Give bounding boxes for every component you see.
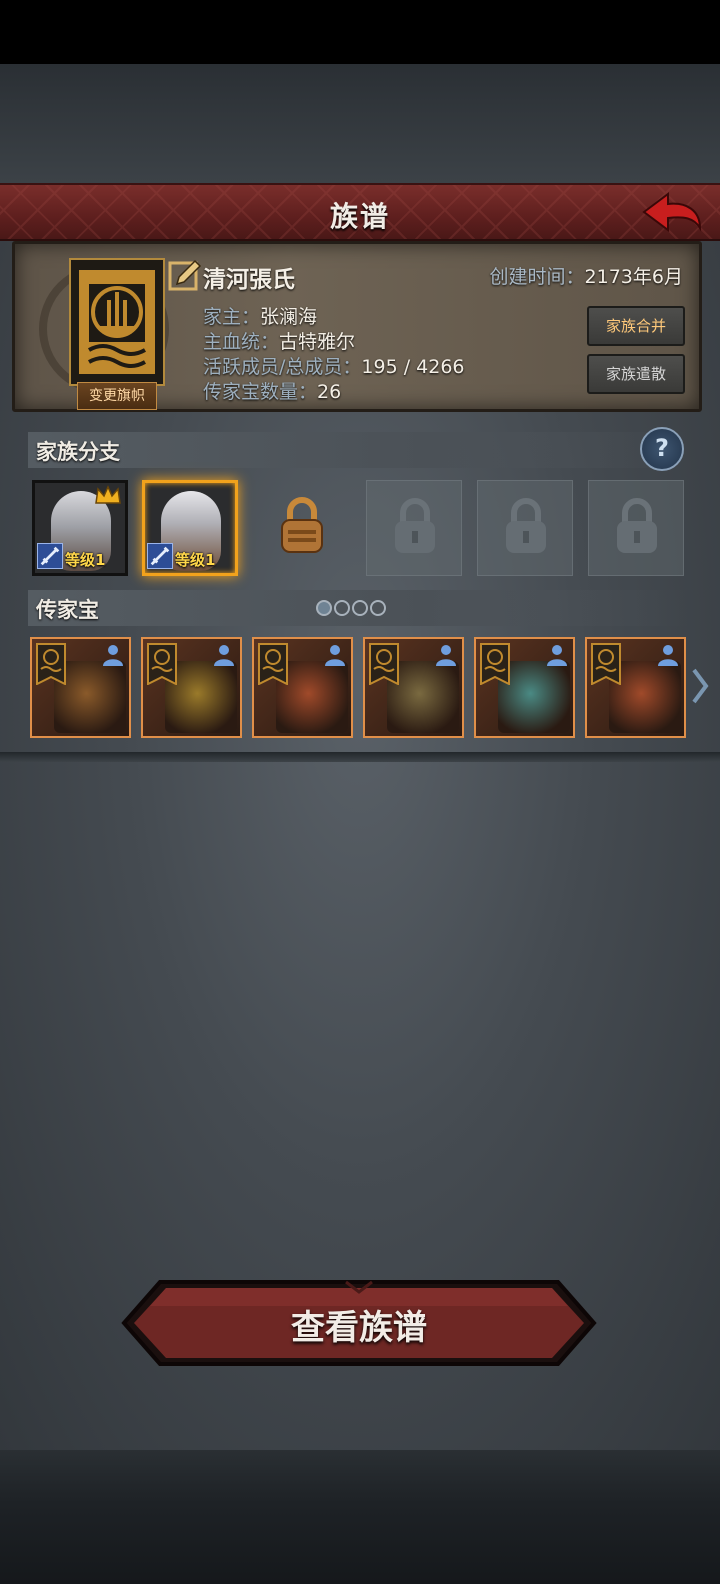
navigation-bar [0,1450,720,1584]
hero-level: 等级1 [175,551,216,569]
branches-section-bar: 家族分支 [28,432,688,468]
created-label: 创建时间： [489,266,585,288]
heirloom-count-label: 传家宝数量： [203,381,318,403]
clan-head-value: 张澜海 [260,306,318,328]
person-icon [325,645,345,666]
person-icon [436,645,456,666]
heirloom-count-value: 26 [317,381,342,403]
page-dot[interactable] [352,600,368,616]
person-icon [214,645,234,666]
branch-slot-locked [588,480,684,576]
branch-slot-unlockable[interactable] [254,480,350,576]
created-time: 创建时间：2173年6月 [490,262,683,289]
clan-flag-icon [147,643,177,685]
members-line: 活跃成员/总成员：195 / 4266 [203,352,465,379]
heirloom-item-jade-shield[interactable] [474,637,575,738]
heirloom-item-armor[interactable] [252,637,353,738]
clan-flag-icon [591,643,621,685]
page-dot[interactable] [370,600,386,616]
clan-head-label: 家主： [203,306,261,328]
clan-header-panel: 变更旗帜 清河張氏 创建时间：2173年6月 家主：张澜海 主血统：古特雅尔 活… [12,241,702,412]
heirloom-item-staff[interactable] [30,637,131,738]
branch-slot-locked [477,480,573,576]
bloodline-line: 主血统：古特雅尔 [203,327,355,354]
change-banner-button[interactable]: 变更旗帜 [77,382,157,410]
page-title: 族谱 [329,200,390,233]
sword-class-icon [147,543,173,569]
members-value: 195 / 4266 [361,356,465,378]
created-value: 2173年6月 [584,266,683,288]
heirloom-item-armor[interactable] [585,637,686,738]
view-genealogy-label: 查看族谱 [291,1308,427,1348]
clan-flag-icon [258,643,288,685]
golden-lock-icon [281,497,323,553]
edit-name-icon[interactable] [167,258,203,294]
help-icon[interactable]: ? [640,427,684,471]
members-label: 活跃成员/总成员： [203,356,362,378]
next-page-arrow-icon[interactable] [688,664,712,708]
title-bar: 族谱 [0,183,720,241]
background-top [0,64,720,184]
page-dot[interactable] [334,600,350,616]
branch-slot-locked [366,480,462,576]
ship-emblem-icon [79,270,155,374]
heirloom-item-sword[interactable] [363,637,464,738]
branches-label: 家族分支 [36,440,120,464]
heirloom-count-line: 传家宝数量：26 [203,377,341,404]
person-icon [103,645,123,666]
heirloom-item-shield[interactable] [141,637,242,738]
heirlooms-label: 传家宝 [36,598,99,622]
clan-name: 清河張氏 [203,267,295,293]
disband-clan-button[interactable]: 家族遣散 [587,354,685,394]
lock-icon [506,498,546,553]
lock-icon [395,498,435,553]
clan-flag-icon [480,643,510,685]
page-indicator [316,600,388,618]
person-icon [547,645,567,666]
bloodline-value: 古特雅尔 [279,331,356,353]
clan-banner[interactable] [69,258,165,386]
back-arrow-icon[interactable] [640,190,704,236]
bloodline-label: 主血统： [203,331,280,353]
merge-clan-button[interactable]: 家族合并 [587,306,685,346]
clan-flag-icon [36,643,66,685]
hero-level: 等级1 [65,551,106,569]
clan-head-line: 家主：张澜海 [203,302,317,329]
section-divider [0,752,720,762]
branch-hero-2[interactable]: 等级1 [142,480,238,576]
branch-hero-1[interactable]: 等级1 [32,480,128,576]
status-bar [0,0,720,64]
sword-class-icon [37,543,63,569]
person-icon [658,645,678,666]
page-dot[interactable] [316,600,332,616]
crown-icon [95,485,121,504]
lock-icon [617,498,657,553]
clan-flag-icon [369,643,399,685]
